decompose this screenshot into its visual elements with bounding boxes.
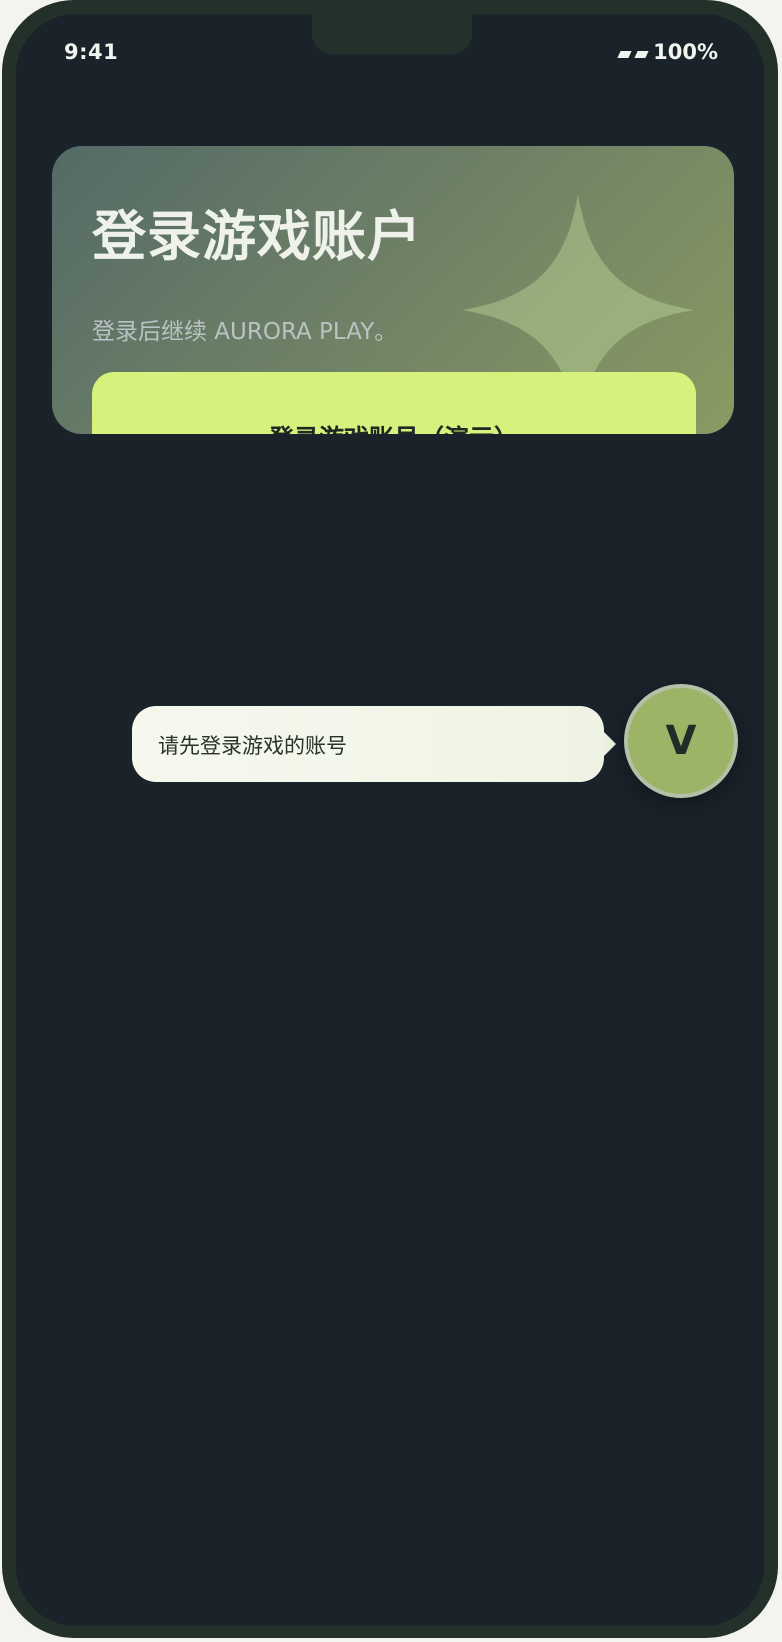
notch [312,14,472,54]
login-subtitle: 登录后继续 AURORA PLAY。 [92,319,398,345]
phone-frame: 9:41 100% 登录游戏账户 登录后继续 AURORA PLAY。 登录游戏… [2,0,778,1638]
app-screen: 9:41 100% 登录游戏账户 登录后继续 AURORA PLAY。 登录游戏… [16,14,764,1626]
assistant-avatar-button[interactable]: V [624,684,738,798]
tooltip-tail [602,730,616,758]
avatar-letter: V [665,718,697,764]
wifi-icon [634,50,649,58]
battery-level: 100% [653,40,718,64]
signal-icon [617,50,632,58]
login-title: 登录游戏账户 [92,205,422,268]
login-button[interactable]: 登录游戏账号（演示） [92,372,696,434]
assistant-tooltip: 请先登录游戏的账号 [132,706,604,782]
status-indicators: 100% [617,40,718,64]
status-time: 9:41 [64,40,119,64]
login-card: 登录游戏账户 登录后继续 AURORA PLAY。 登录游戏账号（演示） [52,146,734,434]
